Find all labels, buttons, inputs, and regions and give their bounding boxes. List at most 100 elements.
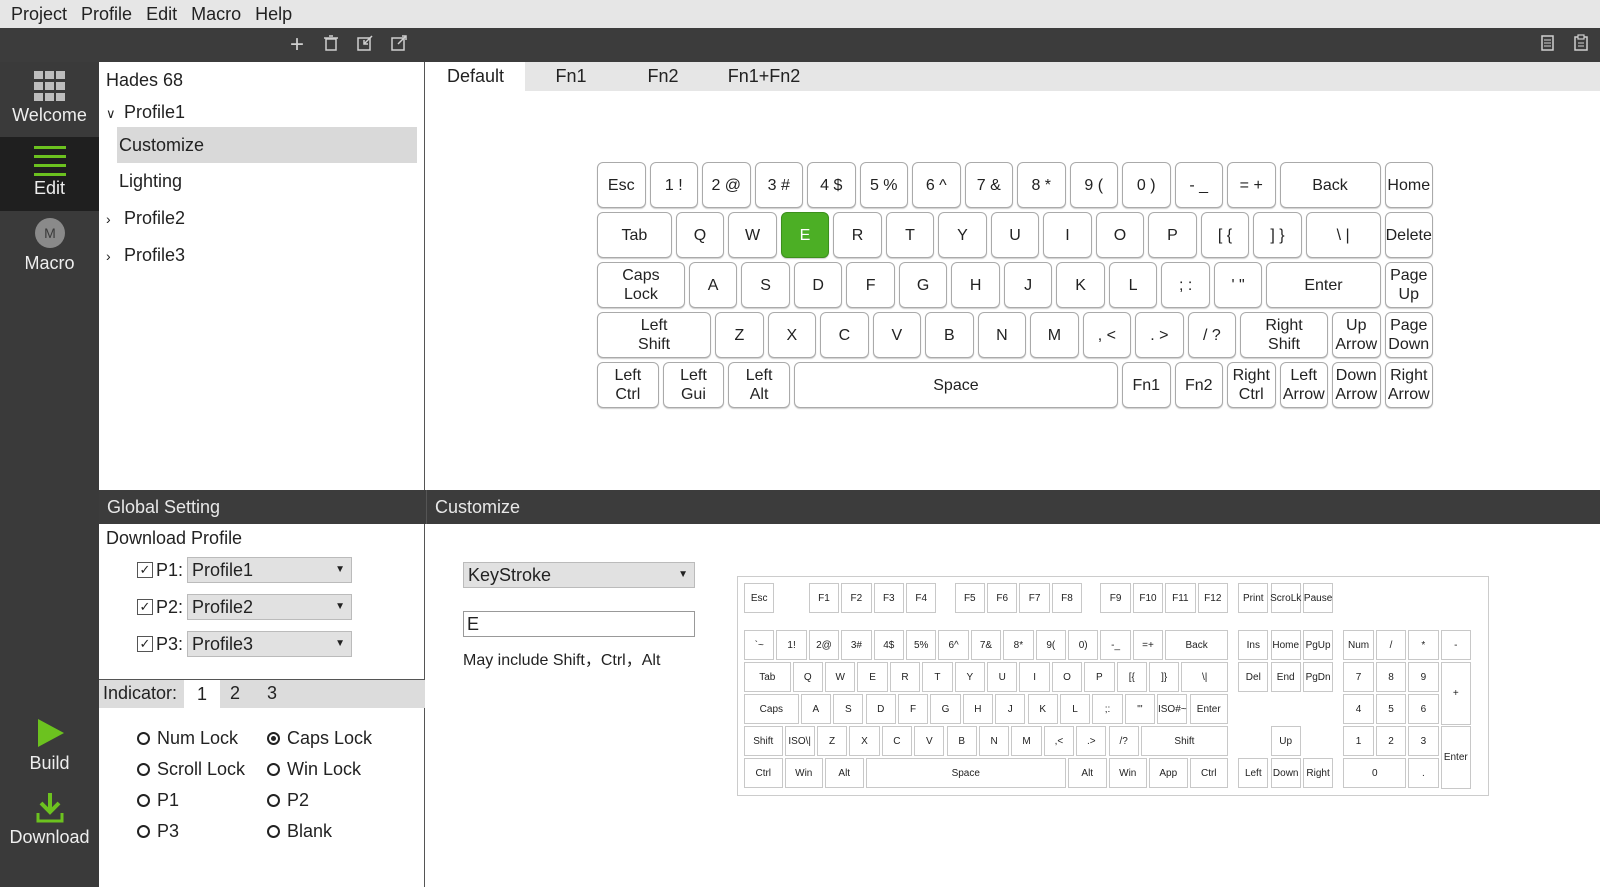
key-3-7[interactable]: M bbox=[1030, 312, 1079, 358]
ref-key-2b-1[interactable]: End bbox=[1270, 662, 1301, 693]
key-0-4[interactable]: 4 $ bbox=[807, 162, 856, 208]
ref-key-0d-1[interactable]: ScroLk bbox=[1270, 583, 1301, 614]
key-2-1[interactable]: A bbox=[688, 262, 738, 308]
key-0-9[interactable]: 9 ( bbox=[1069, 162, 1118, 208]
key-0-13[interactable]: Back bbox=[1279, 162, 1381, 208]
key-1-3[interactable]: E bbox=[780, 212, 830, 258]
key-3-2[interactable]: X bbox=[767, 312, 817, 358]
ref-key-3a-1[interactable]: A bbox=[800, 694, 832, 725]
ref-key-3a-7[interactable]: J bbox=[995, 694, 1026, 725]
ref-key-2a-0[interactable]: Tab bbox=[744, 662, 791, 693]
indicator-tab-3[interactable]: 3 bbox=[267, 683, 277, 704]
ref-key-1c-2[interactable]: * bbox=[1408, 630, 1439, 661]
ref-key-2a-1[interactable]: Q bbox=[792, 662, 823, 693]
key-2-8[interactable]: K bbox=[1056, 262, 1105, 308]
menu-macro[interactable]: Macro bbox=[184, 4, 248, 25]
indicator-radio-num-lock[interactable]: Num Lock bbox=[137, 728, 238, 749]
ref-key-2a-6[interactable]: Y bbox=[954, 662, 985, 693]
menu-help[interactable]: Help bbox=[248, 4, 299, 25]
key-4-6[interactable]: Right Ctrl bbox=[1227, 362, 1276, 408]
key-0-12[interactable]: = + bbox=[1227, 162, 1276, 208]
add-icon[interactable]: + bbox=[286, 33, 308, 57]
edit-button[interactable]: Edit bbox=[0, 137, 99, 211]
ref-key-1b-0[interactable]: Ins bbox=[1238, 630, 1269, 661]
chevron-right-icon[interactable]: › bbox=[106, 238, 124, 274]
key-2-2[interactable]: S bbox=[741, 262, 790, 308]
ref-key-0d-0[interactable]: Print bbox=[1238, 583, 1269, 614]
ref-key-1a-8[interactable]: 8* bbox=[1003, 630, 1034, 661]
ref-key-3a-3[interactable]: D bbox=[865, 694, 896, 725]
ref-key-0-0[interactable]: Esc bbox=[744, 583, 775, 614]
download-button[interactable]: Download bbox=[0, 791, 99, 865]
ref-key-1b-1[interactable]: Home bbox=[1270, 630, 1301, 661]
import-icon[interactable] bbox=[354, 34, 376, 56]
key-3-12[interactable]: Up Arrow bbox=[1332, 312, 1381, 358]
key-3-10[interactable]: / ? bbox=[1187, 312, 1237, 358]
tab-default[interactable]: Default bbox=[426, 62, 525, 91]
key-3-0[interactable]: Left Shift bbox=[597, 312, 712, 358]
ref-key-0b-0[interactable]: F5 bbox=[954, 583, 985, 614]
paste-icon[interactable] bbox=[1570, 34, 1592, 56]
ref-key-0d-2[interactable]: Pause bbox=[1302, 583, 1334, 614]
key-4-5[interactable]: Fn2 bbox=[1174, 362, 1223, 408]
ref-key-0a-3[interactable]: F4 bbox=[906, 583, 937, 614]
ref-key-3a-2[interactable]: S bbox=[833, 694, 864, 725]
key-1-5[interactable]: T bbox=[885, 212, 935, 258]
tree-lighting[interactable]: Lighting bbox=[99, 163, 425, 199]
ref-key-0c-1[interactable]: F10 bbox=[1132, 583, 1164, 614]
ref-key-3a-6[interactable]: H bbox=[962, 694, 994, 725]
ref-key-1c-0[interactable]: Num bbox=[1343, 630, 1374, 661]
key-1-2[interactable]: W bbox=[728, 212, 777, 258]
ref-key-2a-10[interactable]: P bbox=[1084, 662, 1115, 693]
ref-key-3a-5[interactable]: G bbox=[930, 694, 961, 725]
ref-key-0a-0[interactable]: F1 bbox=[808, 583, 840, 614]
key-0-0[interactable]: Esc bbox=[597, 162, 646, 208]
key-0-1[interactable]: 1 ! bbox=[649, 162, 698, 208]
ref-key-1a-12[interactable]: =+ bbox=[1132, 630, 1164, 661]
ref-key-2c-2[interactable]: 9 bbox=[1408, 662, 1439, 693]
ref-key-4-enter[interactable]: Enter bbox=[1440, 726, 1471, 789]
indicator-radio-p3[interactable]: P3 bbox=[137, 821, 179, 842]
ref-key-5a-6[interactable]: App bbox=[1149, 758, 1188, 789]
key-0-10[interactable]: 0 ) bbox=[1122, 162, 1171, 208]
ref-key-5a-1[interactable]: Win bbox=[784, 758, 823, 789]
key-2-7[interactable]: J bbox=[1003, 262, 1053, 308]
trash-icon[interactable] bbox=[320, 34, 342, 56]
ref-key-4a-2[interactable]: Z bbox=[816, 726, 848, 757]
ref-key-2a-4[interactable]: R bbox=[889, 662, 921, 693]
ref-key-0c-2[interactable]: F11 bbox=[1165, 583, 1196, 614]
indicator-radio-caps-lock[interactable]: Caps Lock bbox=[267, 728, 372, 749]
build-button[interactable]: Build bbox=[0, 717, 99, 791]
tree-profile3[interactable]: › Profile3 bbox=[99, 237, 425, 273]
ref-key-3a-4[interactable]: F bbox=[897, 694, 929, 725]
key-1-0[interactable]: Tab bbox=[597, 212, 672, 258]
p1-select[interactable]: Profile1 ▼ bbox=[187, 557, 352, 583]
key-1-11[interactable]: [ { bbox=[1200, 212, 1250, 258]
ref-key-4a-4[interactable]: C bbox=[881, 726, 913, 757]
ref-key-5a-2[interactable]: Alt bbox=[825, 758, 864, 789]
tab-fn1[interactable]: Fn1 bbox=[525, 62, 617, 91]
ref-key-4b-0[interactable]: 1 bbox=[1343, 726, 1374, 757]
key-0-5[interactable]: 5 % bbox=[859, 162, 908, 208]
ref-key-4a-10[interactable]: .> bbox=[1076, 726, 1107, 757]
ref-key-2c-1[interactable]: 8 bbox=[1375, 662, 1407, 693]
key-4-1[interactable]: Left Gui bbox=[662, 362, 725, 408]
ref-key-5c-1[interactable]: . bbox=[1408, 758, 1439, 789]
key-2-0[interactable]: Caps Lock bbox=[597, 262, 685, 308]
key-3-11[interactable]: Right Shift bbox=[1240, 312, 1328, 358]
ref-key-2a-12[interactable]: ]} bbox=[1149, 662, 1180, 693]
key-3-6[interactable]: N bbox=[977, 312, 1027, 358]
key-3-8[interactable]: , < bbox=[1082, 312, 1132, 358]
key-1-12[interactable]: ] } bbox=[1253, 212, 1302, 258]
tab-fn2[interactable]: Fn2 bbox=[617, 62, 709, 91]
ref-key-3a-13[interactable]: Enter bbox=[1189, 694, 1228, 725]
ref-key-2b-0[interactable]: Del bbox=[1238, 662, 1269, 693]
indicator-radio-p2[interactable]: P2 bbox=[267, 790, 309, 811]
ref-key-0c-3[interactable]: F12 bbox=[1197, 583, 1228, 614]
menu-profile[interactable]: Profile bbox=[74, 4, 139, 25]
indicator-radio-p1[interactable]: P1 bbox=[137, 790, 179, 811]
key-1-10[interactable]: P bbox=[1148, 212, 1197, 258]
key-1-9[interactable]: O bbox=[1095, 212, 1145, 258]
key-1-13[interactable]: \ | bbox=[1305, 212, 1381, 258]
ref-key-1c-1[interactable]: / bbox=[1375, 630, 1407, 661]
